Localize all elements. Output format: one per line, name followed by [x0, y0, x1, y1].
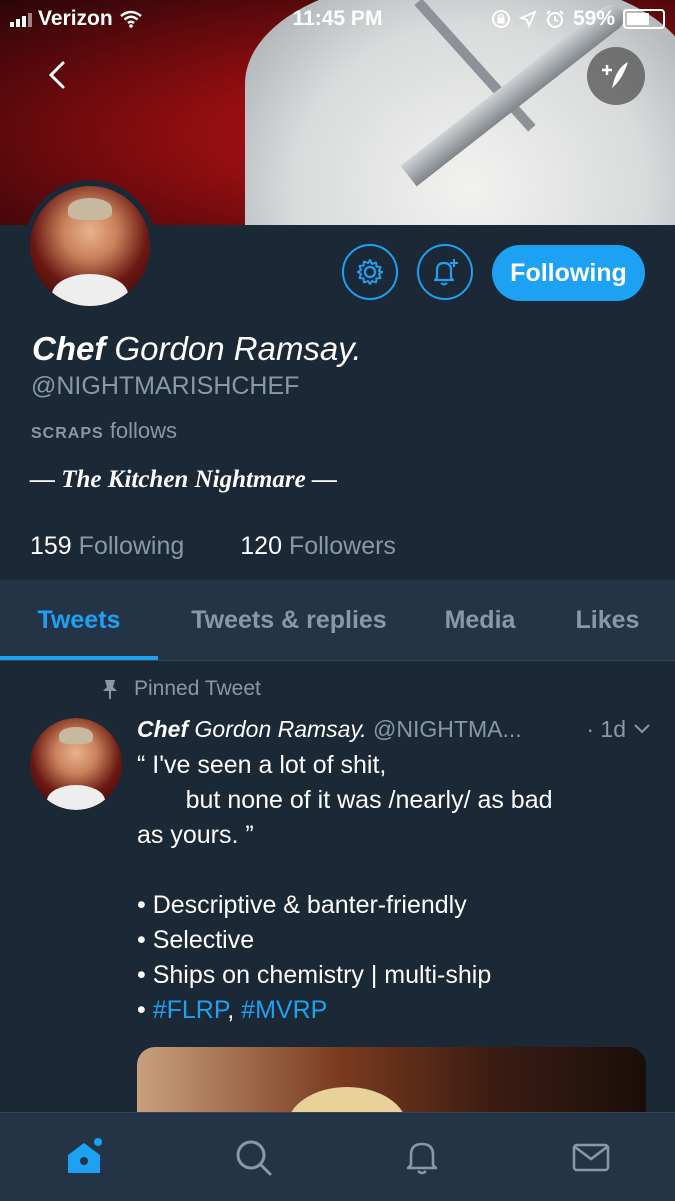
tweet-line: as yours. ”: [137, 821, 254, 849]
alarm-icon: [546, 10, 564, 28]
tweet-avatar-photo: [30, 718, 122, 810]
hashtag-link[interactable]: #FLRP: [153, 996, 228, 1024]
chevron-left-icon: [48, 61, 65, 89]
profile-bio: — The Kitchen Nightmare —: [30, 466, 337, 493]
hashtag-bullet: •: [137, 996, 153, 1024]
tab-tweets[interactable]: Tweets: [0, 580, 158, 660]
hashtag-separator: ,: [227, 996, 242, 1024]
pin-icon: [103, 680, 117, 699]
nav-notifications[interactable]: [400, 1135, 444, 1179]
pinned-tweet-label: Pinned Tweet: [134, 677, 261, 700]
tweet-header: Chef Gordon Ramsay. @NIGHTMA... · 1d: [137, 716, 652, 743]
following-label: Following: [78, 532, 185, 560]
chevron-down-icon[interactable]: [632, 718, 652, 738]
profile-handle: @NIGHTMARISHCHEF: [31, 372, 300, 400]
hashtag-link[interactable]: #MVRP: [241, 996, 327, 1024]
tab-tweets-replies[interactable]: Tweets & replies: [168, 580, 410, 660]
tab-likes[interactable]: Likes: [555, 580, 660, 660]
avatar-photo: [30, 186, 150, 306]
tweet-author-prefix: Chef: [137, 716, 189, 742]
followers-count: 120: [240, 532, 282, 560]
tweet-line: • Descriptive & banter-friendly: [137, 891, 467, 919]
tweet-timestamp: · 1d: [586, 716, 626, 742]
tab-media[interactable]: Media: [425, 580, 535, 660]
battery-percent: 59%: [572, 7, 615, 30]
tweet-text: “ I've seen a lot of shit, but none of i…: [137, 748, 657, 1028]
tweet-author-name[interactable]: Chef Gordon Ramsay.: [137, 716, 367, 742]
profile-name-rest: Gordon Ramsay.: [114, 330, 362, 367]
nav-home[interactable]: [62, 1135, 106, 1179]
active-tab-indicator: [0, 656, 158, 660]
bell-icon: [406, 1142, 438, 1175]
search-icon: [236, 1140, 272, 1176]
tweet-author-handle: @NIGHTMA...: [373, 716, 522, 742]
following-stat[interactable]: 159 Following: [30, 532, 184, 561]
profile-name-prefix: Chef: [32, 330, 106, 367]
settings-button[interactable]: [342, 244, 398, 300]
battery-icon: [623, 9, 665, 29]
tweet-line: • Selective: [137, 926, 255, 954]
status-bar: Verizon 11:45 PM 59%: [0, 0, 675, 40]
tweet-line: • Ships on chemistry | multi-ship: [137, 961, 492, 989]
compose-icon: [602, 62, 628, 88]
following-count: 159: [30, 532, 72, 560]
followers-label: Followers: [288, 532, 396, 560]
pinned-label-row: Pinned Tweet: [100, 677, 261, 701]
tweet-line: “ I've seen a lot of shit,: [137, 751, 387, 779]
nav-search[interactable]: [231, 1135, 275, 1179]
tweet-line: but none of it was /nearly/ as bad: [137, 786, 553, 814]
profile-tabs: Tweets Tweets & replies Media Likes: [0, 580, 675, 661]
compose-button[interactable]: [587, 47, 645, 105]
bottom-tab-bar: [0, 1112, 675, 1201]
followers-stat[interactable]: 120 Followers: [240, 532, 396, 561]
back-button[interactable]: [40, 58, 74, 92]
following-button[interactable]: Following: [492, 245, 645, 301]
tweet-avatar[interactable]: [30, 718, 122, 810]
bell-plus-icon: [433, 259, 458, 286]
profile-avatar[interactable]: [24, 180, 156, 312]
rotation-lock-icon: [491, 10, 510, 28]
status-right: 59%: [491, 7, 665, 31]
nav-messages[interactable]: [569, 1135, 613, 1179]
gear-icon: [357, 259, 383, 285]
notifications-toggle-button[interactable]: [417, 244, 473, 300]
tweet-author-rest: Gordon Ramsay.: [194, 716, 367, 742]
mail-icon: [572, 1143, 610, 1172]
home-icon: [68, 1138, 102, 1173]
profile-stats: 159 Following 120 Followers: [30, 532, 396, 561]
profile-name: Chef Gordon Ramsay.: [32, 330, 362, 368]
follower-name: SCRAPS: [31, 425, 104, 442]
location-icon: [518, 10, 537, 28]
follows-text: follows: [109, 418, 178, 443]
tweet-hashtag-line: • #FLRP, #MVRP: [137, 993, 657, 1028]
follows-you-line[interactable]: SCRAPS follows: [31, 418, 177, 444]
